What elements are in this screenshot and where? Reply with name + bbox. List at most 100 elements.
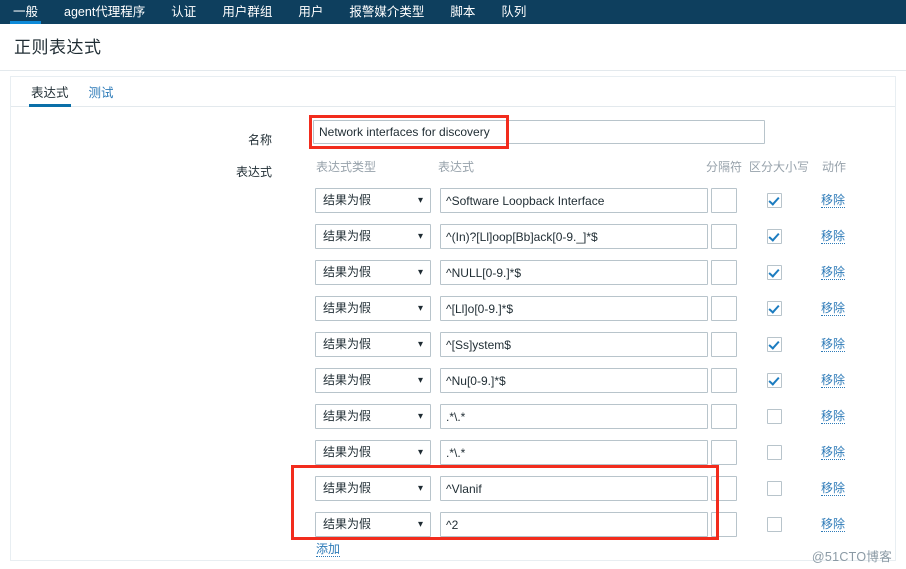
case-sensitive-checkbox[interactable] [767,445,782,460]
expression-type-select[interactable]: 结果为假 ▾ [315,188,431,213]
expression-type-value: 结果为假 [323,517,372,531]
case-sensitive-checkbox[interactable] [767,409,782,424]
remove-row-link[interactable]: 移除 [821,518,846,532]
expression-input[interactable] [440,332,708,357]
expression-input[interactable] [440,188,708,213]
column-header-action: 动作 [822,160,847,174]
expression-input[interactable] [440,512,708,537]
expression-type-value: 结果为假 [323,301,372,315]
expression-type-select[interactable]: 结果为假 ▾ [315,332,431,357]
delimiter-input[interactable] [711,332,737,357]
case-sensitive-checkbox[interactable] [767,193,782,208]
name-input[interactable] [313,120,765,144]
expression-type-select[interactable]: 结果为假 ▾ [315,404,431,429]
nav-item-0[interactable]: 一般 [0,0,51,24]
remove-row-link[interactable]: 移除 [821,410,846,424]
nav-item-5[interactable]: 报警媒介类型 [336,0,437,24]
remove-row-link[interactable]: 移除 [821,482,846,496]
expression-type-select[interactable]: 结果为假 ▾ [315,296,431,321]
expression-row: 结果为假 ▾ 移除 [313,506,866,542]
chevron-down-icon: ▾ [417,231,423,242]
name-field-label: 名称 [247,133,272,147]
tab-bar: 表达式 测试 [11,77,895,107]
expression-type-value: 结果为假 [323,229,372,243]
column-header-delimiter: 分隔符 [706,160,743,174]
expression-type-value: 结果为假 [323,409,372,423]
expressions-section-label: 表达式 [235,165,272,179]
delimiter-input[interactable] [711,368,737,393]
expression-type-select[interactable]: 结果为假 ▾ [315,512,431,537]
delimiter-input[interactable] [711,440,737,465]
expression-type-select[interactable]: 结果为假 ▾ [315,440,431,465]
expression-row: 结果为假 ▾ 移除 [313,398,866,434]
expression-type-value: 结果为假 [323,337,372,351]
expression-row: 结果为假 ▾ 移除 [313,182,866,218]
column-header-type: 表达式类型 [316,160,377,174]
case-sensitive-checkbox[interactable] [767,373,782,388]
delimiter-input[interactable] [711,260,737,285]
nav-item-3[interactable]: 用户群组 [209,0,285,24]
chevron-down-icon: ▾ [417,519,423,530]
nav-item-6[interactable]: 脚本 [437,0,488,24]
chevron-down-icon: ▾ [417,339,423,350]
expression-input[interactable] [440,476,708,501]
top-navigation-bar: 一般 agent代理程序 认证 用户群组 用户 报警媒介类型 脚本 队列 [0,0,906,24]
remove-row-link[interactable]: 移除 [821,194,846,208]
expression-type-value: 结果为假 [323,193,372,207]
title-divider [0,70,906,71]
case-sensitive-checkbox[interactable] [767,265,782,280]
expression-row: 结果为假 ▾ 移除 [313,434,866,470]
expression-row: 结果为假 ▾ 移除 [313,326,866,362]
case-sensitive-checkbox[interactable] [767,517,782,532]
expression-row: 结果为假 ▾ 移除 [313,290,866,326]
expression-type-value: 结果为假 [323,265,372,279]
chevron-down-icon: ▾ [417,195,423,206]
nav-item-7[interactable]: 队列 [488,0,539,24]
nav-item-2[interactable]: 认证 [158,0,209,24]
delimiter-input[interactable] [711,296,737,321]
case-sensitive-checkbox[interactable] [767,229,782,244]
expression-type-select[interactable]: 结果为假 ▾ [315,476,431,501]
watermark: @51CTO博客 [811,550,892,564]
expression-type-select[interactable]: 结果为假 ▾ [315,260,431,285]
case-sensitive-checkbox[interactable] [767,301,782,316]
remove-row-link[interactable]: 移除 [821,374,846,388]
nav-item-4[interactable]: 用户 [285,0,336,24]
chevron-down-icon: ▾ [417,303,423,314]
delimiter-input[interactable] [711,224,737,249]
remove-row-link[interactable]: 移除 [821,446,846,460]
add-expression-link[interactable]: 添加 [316,543,341,557]
page-title: 正则表达式 [14,38,102,57]
case-sensitive-checkbox[interactable] [767,337,782,352]
delimiter-input[interactable] [711,188,737,213]
remove-row-link[interactable]: 移除 [821,266,846,280]
nav-item-1[interactable]: agent代理程序 [51,0,158,24]
remove-row-link[interactable]: 移除 [821,230,846,244]
chevron-down-icon: ▾ [417,447,423,458]
expression-input[interactable] [440,440,708,465]
delimiter-input[interactable] [711,404,737,429]
tab-0[interactable]: 表达式 [21,86,79,107]
tab-1[interactable]: 测试 [79,86,124,106]
column-header-case-sensitive: 区分大小写 [749,160,810,174]
column-header-expression: 表达式 [438,160,475,174]
expression-input[interactable] [440,404,708,429]
chevron-down-icon: ▾ [417,483,423,494]
expression-row: 结果为假 ▾ 移除 [313,218,866,254]
expression-type-value: 结果为假 [323,373,372,387]
expression-input[interactable] [440,224,708,249]
expression-row: 结果为假 ▾ 移除 [313,362,866,398]
case-sensitive-checkbox[interactable] [767,481,782,496]
remove-row-link[interactable]: 移除 [821,338,846,352]
expression-type-value: 结果为假 [323,481,372,495]
expression-row: 结果为假 ▾ 移除 [313,470,866,506]
expression-input[interactable] [440,260,708,285]
expression-input[interactable] [440,296,708,321]
expression-input[interactable] [440,368,708,393]
delimiter-input[interactable] [711,512,737,537]
remove-row-link[interactable]: 移除 [821,302,846,316]
expression-row: 结果为假 ▾ 移除 [313,254,866,290]
expression-type-select[interactable]: 结果为假 ▾ [315,224,431,249]
expression-type-select[interactable]: 结果为假 ▾ [315,368,431,393]
delimiter-input[interactable] [711,476,737,501]
